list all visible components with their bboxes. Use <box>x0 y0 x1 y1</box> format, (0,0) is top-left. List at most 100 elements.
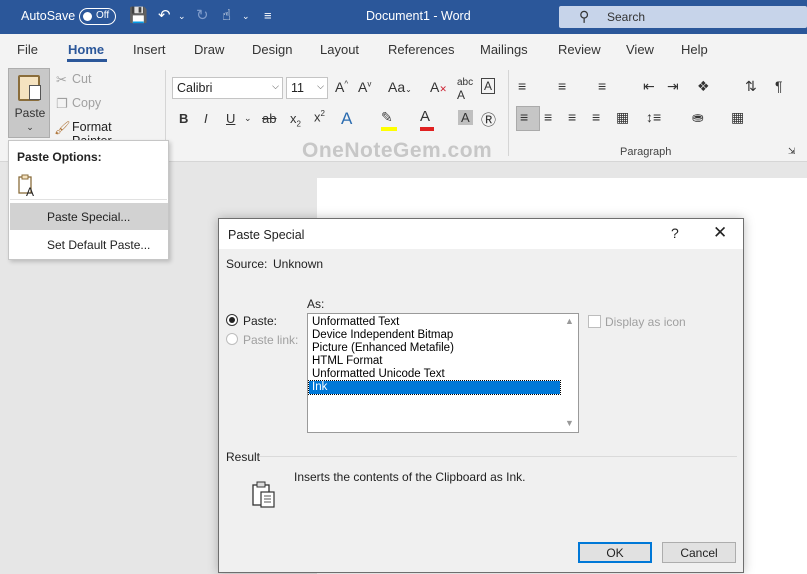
cut-label: Cut <box>72 72 92 86</box>
shading-icon[interactable]: ⛂ <box>692 109 704 126</box>
asian-layout-icon[interactable]: ❖ <box>697 78 710 95</box>
redo-icon: ↻ <box>196 7 209 24</box>
clear-formatting-icon[interactable]: A✕ <box>430 79 447 95</box>
autosave-label: AutoSave <box>21 9 76 23</box>
change-case-icon[interactable]: Aa⌄ <box>388 79 412 95</box>
clipboard-icon <box>18 75 41 101</box>
tab-design[interactable]: Design <box>252 42 292 57</box>
distributed-icon[interactable]: ▦ <box>616 109 629 126</box>
decrease-indent-icon[interactable]: ⇤ <box>643 78 655 95</box>
subscript-icon[interactable]: x2 <box>290 111 301 129</box>
format-listbox[interactable]: Unformatted Text Device Independent Bitm… <box>307 313 579 433</box>
list-item[interactable]: Unformatted Unicode Text <box>309 368 560 381</box>
enclose-characters-icon[interactable]: Ⓡ <box>481 109 496 130</box>
tab-references[interactable]: References <box>388 42 454 57</box>
increase-indent-icon[interactable]: ⇥ <box>667 78 679 95</box>
cut-button[interactable]: ✂ Cut <box>56 72 136 88</box>
active-tab-indicator <box>67 59 107 62</box>
listbox-scrollbar[interactable]: ▲ ▼ <box>561 314 578 432</box>
line-spacing-icon[interactable]: ↕≡ <box>646 109 661 125</box>
tab-mailings[interactable]: Mailings <box>480 42 528 57</box>
result-divider <box>259 456 737 457</box>
align-left-icon: ≡ <box>520 109 529 125</box>
touch-dropdown-icon[interactable]: ⌄ <box>242 11 250 22</box>
align-right-icon[interactable]: ≡ <box>568 109 576 125</box>
paste-button[interactable]: Paste ⌄ <box>8 68 50 138</box>
list-item[interactable]: HTML Format <box>309 355 560 368</box>
shrink-font-icon[interactable]: Av <box>358 79 371 95</box>
highlight-color-icon[interactable]: ✎ <box>381 109 397 131</box>
tab-view[interactable]: View <box>626 42 654 57</box>
help-icon[interactable]: ? <box>671 225 679 241</box>
font-color-icon[interactable]: A <box>420 108 434 131</box>
borders-icon[interactable]: ▦ <box>731 109 744 126</box>
tab-draw[interactable]: Draw <box>194 42 224 57</box>
text-effects-icon[interactable]: A <box>341 109 352 129</box>
underline-dropdown-icon[interactable]: ⌄ <box>244 113 252 124</box>
chevron-down-icon: ⌵ <box>272 81 279 91</box>
keep-text-only-icon[interactable]: A <box>18 174 36 198</box>
tab-layout[interactable]: Layout <box>320 42 359 57</box>
ok-button[interactable]: OK <box>578 542 652 563</box>
scroll-down-icon[interactable]: ▼ <box>565 418 574 428</box>
italic-icon[interactable]: I <box>204 111 208 126</box>
tab-home[interactable]: Home <box>68 42 104 57</box>
dialog-launcher-icon[interactable]: ⇲ <box>788 146 796 157</box>
show-marks-icon[interactable]: ¶ <box>775 78 783 94</box>
copy-icon: ❐ <box>56 96 68 111</box>
list-item[interactable]: Picture (Enhanced Metafile) <box>309 342 560 355</box>
search-icon: ⚲ <box>579 8 590 24</box>
bullets-icon[interactable]: ≡ <box>518 78 526 94</box>
grow-font-icon[interactable]: A^ <box>335 79 348 95</box>
justify-icon[interactable]: ≡ <box>592 109 600 125</box>
tab-insert[interactable]: Insert <box>133 42 166 57</box>
list-item[interactable]: Unformatted Text <box>309 316 560 329</box>
search-placeholder: Search <box>607 10 646 24</box>
chevron-down-icon: ⌵ <box>317 81 324 91</box>
as-label: As: <box>307 297 325 311</box>
close-icon[interactable]: ✕ <box>713 223 727 243</box>
cancel-button[interactable]: Cancel <box>662 542 736 563</box>
search-box[interactable]: ⚲ Search <box>559 6 807 28</box>
font-size-combo[interactable]: 11 ⌵ <box>286 77 328 99</box>
paste-radio[interactable] <box>226 314 238 326</box>
tab-help[interactable]: Help <box>681 42 708 57</box>
superscript-icon[interactable]: x2 <box>314 109 325 124</box>
tab-review[interactable]: Review <box>558 42 601 57</box>
customize-qat-icon[interactable]: ≡ <box>264 8 272 23</box>
format-painter-button[interactable]: 🖌 Format Painter <box>54 120 154 148</box>
paste-link-radio[interactable] <box>226 333 238 345</box>
character-shading-icon[interactable]: A <box>458 110 473 125</box>
autosave-state: Off <box>96 10 110 21</box>
set-default-paste-item[interactable]: Set Default Paste... <box>10 231 168 258</box>
svg-text:A: A <box>26 185 34 198</box>
result-label: Result <box>226 450 261 464</box>
numbering-icon[interactable]: ≡ <box>558 78 566 94</box>
paintbrush-icon: 🖌 <box>54 120 71 135</box>
character-border-icon[interactable]: A <box>481 78 496 94</box>
scroll-up-icon[interactable]: ▲ <box>565 316 574 326</box>
undo-icon[interactable]: ↶ <box>158 6 171 24</box>
underline-icon[interactable]: U <box>226 111 235 126</box>
strikethrough-icon[interactable]: ab <box>262 111 276 126</box>
result-text: Inserts the contents of the Clipboard as… <box>294 470 526 484</box>
paste-label: Paste <box>14 106 46 120</box>
touch-mode-icon[interactable]: ☝ <box>222 6 231 24</box>
paste-radio-label: Paste: <box>243 314 278 328</box>
undo-dropdown-icon[interactable]: ⌄ <box>178 11 186 22</box>
copy-label: Copy <box>72 96 102 110</box>
align-center-icon[interactable]: ≡ <box>544 109 552 125</box>
sort-icon[interactable]: ⇅ <box>745 78 757 95</box>
bold-icon[interactable]: B <box>179 111 188 126</box>
tab-file[interactable]: File <box>17 42 38 57</box>
list-item[interactable]: Device Independent Bitmap <box>309 329 560 342</box>
save-icon[interactable]: 💾 <box>129 6 148 24</box>
list-item-selected[interactable]: Ink <box>308 380 561 395</box>
display-as-icon-checkbox[interactable] <box>588 315 601 328</box>
copy-button[interactable]: ❐ Copy <box>56 96 136 112</box>
phonetic-guide-icon[interactable]: abc A <box>457 77 473 102</box>
font-name-combo[interactable]: Calibri ⌵ <box>172 77 283 99</box>
autosave-toggle[interactable]: Off <box>79 8 116 25</box>
multilevel-list-icon[interactable]: ≡ <box>598 78 606 94</box>
paste-special-item[interactable]: Paste Special... <box>10 203 168 230</box>
